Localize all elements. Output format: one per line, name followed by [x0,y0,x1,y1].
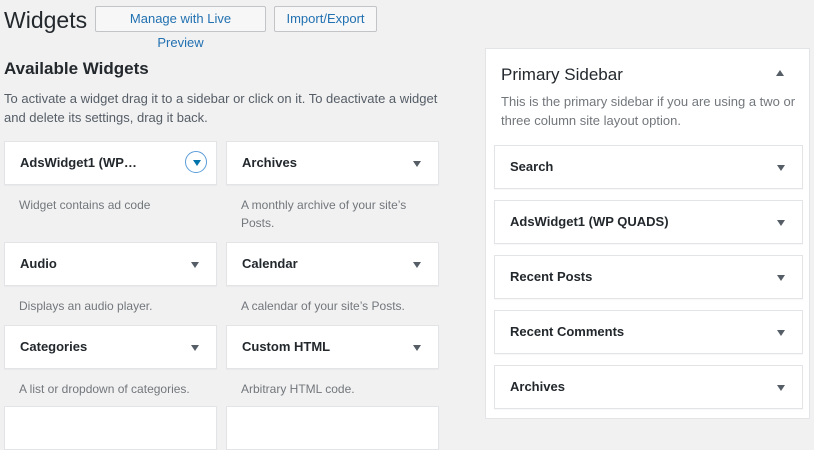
widget-calendar[interactable]: Calendar [226,242,439,286]
widget-description: Arbitrary HTML code. [241,382,355,396]
chevron-down-icon[interactable] [777,330,785,336]
primary-sidebar-panel: Primary Sidebar This is the primary side… [485,48,810,419]
manage-live-preview-button[interactable]: Manage with Live Preview [95,6,266,50]
chevron-down-icon[interactable] [191,345,199,351]
import-export-button[interactable]: Import/Export [274,6,377,32]
widget-categories[interactable]: Categories [4,325,217,369]
sidebar-widget-recent-comments[interactable]: Recent Comments [494,310,803,354]
widget-description: A calendar of your site’s Posts. [241,299,405,313]
sidebar-widget-recent-posts[interactable]: Recent Posts [494,255,803,299]
widget-archives[interactable]: Archives [226,141,439,185]
widget-adswidget1[interactable]: AdsWidget1 (WP… [4,141,217,185]
widget-custom-html[interactable]: Custom HTML [226,325,439,369]
chevron-down-icon[interactable] [777,165,785,171]
chevron-down-icon[interactable] [777,220,785,226]
widget-description: Displays an audio player. [19,299,153,313]
widget-title: Custom HTML [242,339,331,354]
widget-title: AdsWidget1 (WP QUADS) [510,214,669,229]
widget-title: Archives [242,155,297,170]
widget-partial[interactable] [4,406,217,450]
sidebar-widget-adswidget1[interactable]: AdsWidget1 (WP QUADS) [494,200,803,244]
widget-title: Categories [20,339,88,354]
widget-description: A monthly archive of your site’s Posts. [241,198,407,230]
available-widgets-title: Available Widgets [4,59,149,78]
chevron-down-icon[interactable] [413,161,421,167]
sidebar-widget-archives[interactable]: Archives [494,365,803,409]
widget-title: Archives [510,379,565,394]
widget-title: Recent Posts [510,269,593,284]
widget-title: AdsWidget1 (WP… [20,155,137,170]
widget-description: A list or dropdown of categories. [19,382,190,396]
sidebar-widget-search[interactable]: Search [494,145,803,189]
chevron-down-icon[interactable] [777,275,785,281]
widget-audio[interactable]: Audio [4,242,217,286]
widget-title: Audio [20,256,57,271]
page-title: Widgets [4,7,88,33]
sidebar-title[interactable]: Primary Sidebar [501,64,623,86]
chevron-down-icon[interactable] [777,385,785,391]
widget-partial[interactable] [226,406,439,450]
available-widgets-description: To activate a widget drag it to a sideba… [4,91,438,125]
widget-title: Recent Comments [510,324,625,339]
widget-title: Search [510,159,554,174]
chevron-up-icon[interactable] [776,70,784,76]
widget-description: Widget contains ad code [19,198,151,212]
chevron-down-icon [192,160,201,166]
chevron-down-icon[interactable] [413,345,421,351]
widget-toggle[interactable] [185,151,207,173]
chevron-down-icon[interactable] [413,262,421,268]
chevron-down-icon[interactable] [191,262,199,268]
widget-title: Calendar [242,256,298,271]
sidebar-description: This is the primary sidebar if you are u… [501,94,796,128]
